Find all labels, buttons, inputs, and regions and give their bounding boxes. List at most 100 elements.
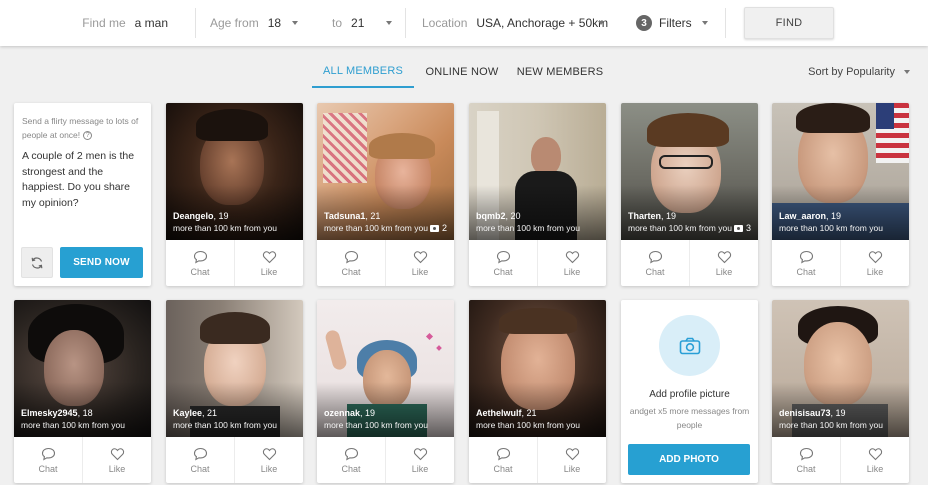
chat-button[interactable]: Chat [166,240,234,286]
age-from-label: Age from [210,16,259,30]
filters-dropdown[interactable]: 3 Filters [614,0,726,46]
like-button[interactable]: Like [840,437,909,483]
chat-button[interactable]: Chat [317,437,385,483]
like-button[interactable]: Like [840,240,909,286]
like-button[interactable]: Like [234,240,303,286]
member-card[interactable]: bqmb2, 20 more than 100 km from you Chat… [469,103,606,286]
tab-new-members[interactable]: NEW MEMBERS [510,55,610,88]
member-actions: Chat Like [166,437,303,483]
chat-label: Chat [341,266,361,277]
member-photo[interactable]: Law_aaron, 19 more than 100 km from you [772,103,909,240]
chat-bubble-icon [799,250,813,264]
like-label: Like [715,266,733,277]
member-distance: more than 100 km from you [628,223,732,233]
member-card[interactable]: Tharten, 19 more than 100 km from you 3 … [621,103,758,286]
chevron-down-icon [904,70,910,74]
member-name: denisisau73, 19 [779,408,846,418]
chat-button[interactable]: Chat [166,437,234,483]
member-photo[interactable]: Aethelwulf, 21 more than 100 km from you [469,300,606,437]
age-from-value: 18 [267,16,282,30]
tab-online-now[interactable]: ONLINE NOW [414,55,510,88]
filters-count-badge: 3 [636,15,652,31]
member-name: Tharten, 19 [628,211,677,221]
member-distance: more than 100 km from you [21,420,125,430]
member-photo[interactable]: Tharten, 19 more than 100 km from you 3 [621,103,758,240]
location-select[interactable]: Location USA, Anchorage + 50km [406,0,614,46]
help-icon[interactable]: ? [83,131,93,141]
find-me-label: Find me [82,16,126,30]
tab-all-members[interactable]: ALL MEMBERS [312,55,414,88]
chat-label: Chat [493,266,513,277]
member-tabs: ALL MEMBERS ONLINE NOW NEW MEMBERS [312,55,610,88]
member-card[interactable]: Elmesky2945, 18 more than 100 km from yo… [14,300,151,483]
like-button[interactable]: Like [689,240,758,286]
camera-icon[interactable] [659,315,720,376]
like-label: Like [866,463,884,474]
chevron-down-icon [702,21,708,25]
member-name: ozennak, 19 [324,408,376,418]
member-photo[interactable]: Deangelo, 19 more than 100 km from you [166,103,303,240]
chat-button[interactable]: Chat [621,240,689,286]
heart-icon [717,250,731,263]
member-photo[interactable]: Tadsuna1, 21 more than 100 km from you 2 [317,103,454,240]
member-actions: Chat Like [772,240,909,286]
chat-button[interactable]: Chat [469,437,537,483]
mass-message-hint: Send a flirty message to lots of people … [22,114,146,142]
chat-button[interactable]: Chat [772,240,840,286]
member-actions: Chat Like [469,437,606,483]
send-now-button[interactable]: SEND NOW [60,247,143,278]
sort-dropdown[interactable]: Sort by Popularity [808,66,910,78]
member-distance: more than 100 km from you [173,420,277,430]
like-button[interactable]: Like [82,437,151,483]
member-card[interactable]: ozennak, 19 more than 100 km from you Ch… [317,300,454,483]
add-photo-button[interactable]: ADD PHOTO [628,444,750,475]
chat-button[interactable]: Chat [772,437,840,483]
member-actions: Chat Like [317,437,454,483]
member-card[interactable]: denisisau73, 19 more than 100 km from yo… [772,300,909,483]
like-button[interactable]: Like [385,437,454,483]
member-card[interactable]: Tadsuna1, 21 more than 100 km from you 2… [317,103,454,286]
find-button[interactable]: FIND [744,7,834,39]
member-name: bqmb2, 20 [476,211,521,221]
member-actions: Chat Like [166,240,303,286]
member-card[interactable]: Kaylee, 21 more than 100 km from you Cha… [166,300,303,483]
add-photo-title: Add profile picture [649,389,730,400]
heart-icon [565,447,579,460]
member-photo[interactable]: bqmb2, 20 more than 100 km from you [469,103,606,240]
like-button[interactable]: Like [537,240,606,286]
location-label: Location [422,16,468,30]
chat-bubble-icon [496,447,510,461]
hint-text: Send a flirty message to lots of people … [22,116,139,140]
age-to-select[interactable]: to 21 [320,0,406,46]
chat-button[interactable]: Chat [469,240,537,286]
member-actions: Chat Like [772,437,909,483]
chat-button[interactable]: Chat [317,240,385,286]
chat-label: Chat [190,266,210,277]
like-label: Like [411,463,429,474]
member-photo[interactable]: denisisau73, 19 more than 100 km from yo… [772,300,909,437]
member-distance: more than 100 km from you [779,223,883,233]
member-card[interactable]: Deangelo, 19 more than 100 km from you C… [166,103,303,286]
chat-bubble-icon [799,447,813,461]
member-actions: Chat Like [469,240,606,286]
heart-icon [262,447,276,460]
member-card[interactable]: Aethelwulf, 21 more than 100 km from you… [469,300,606,483]
chat-bubble-icon [193,447,207,461]
refresh-message-button[interactable] [21,247,53,278]
chat-button[interactable]: Chat [14,437,82,483]
member-name: Tadsuna1, 21 [324,211,381,221]
find-me-select[interactable]: Find me a man [0,0,196,46]
like-button[interactable]: Like [385,240,454,286]
age-from-select[interactable]: Age from 18 [196,0,320,46]
member-photo[interactable]: Elmesky2945, 18 more than 100 km from yo… [14,300,151,437]
member-photo[interactable]: ozennak, 19 more than 100 km from you [317,300,454,437]
sort-label: Sort by Popularity [808,66,895,78]
like-button[interactable]: Like [234,437,303,483]
chat-bubble-icon [193,250,207,264]
location-value: USA, Anchorage + 50km [476,16,609,30]
member-card[interactable]: Law_aaron, 19 more than 100 km from you … [772,103,909,286]
member-photo[interactable]: Kaylee, 21 more than 100 km from you [166,300,303,437]
like-button[interactable]: Like [537,437,606,483]
chat-label: Chat [645,266,665,277]
member-distance: more than 100 km from you [173,223,277,233]
